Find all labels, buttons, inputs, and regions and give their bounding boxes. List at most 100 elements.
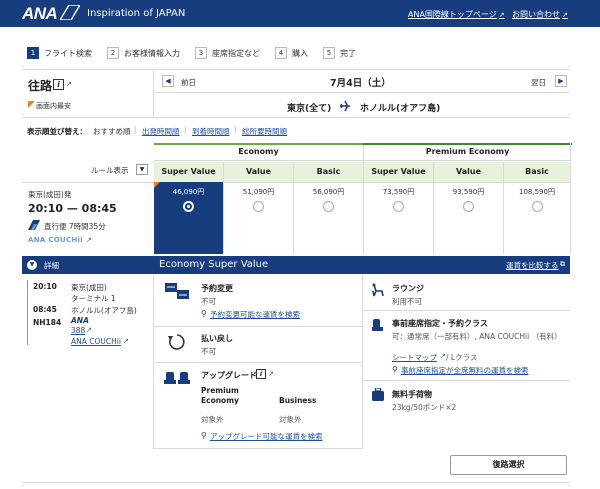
chevron-down-icon[interactable]: ▼ — [27, 260, 37, 270]
divider — [154, 362, 362, 363]
search-free-seat-fares-link[interactable]: 事前座席指定が全席無料の運賃を検索 — [401, 365, 529, 376]
fare-option-selected[interactable]: 46,090円 — [154, 182, 223, 254]
step-label: 購入 — [292, 48, 308, 58]
prev-day-button[interactable]: ◀ — [162, 75, 174, 87]
sort-separator: | — [134, 126, 137, 134]
step-complete: 5 完了 — [323, 47, 356, 59]
upgrade-seat-icon — [164, 372, 190, 384]
itinerary-dep-place: 東京(成田) — [71, 283, 107, 292]
external-link-icon: ↗ — [440, 352, 446, 360]
fare-detail-title: Economy Super Value — [159, 259, 269, 270]
chevron-down-icon[interactable]: ▼ — [136, 164, 148, 175]
fare-price: 93,590円 — [452, 188, 485, 196]
top-header: ANA Inspiration of JAPAN ANA国際線トップページ ↗ お… — [0, 0, 600, 27]
open-window-icon: ⧉ — [560, 260, 565, 268]
divider — [363, 310, 570, 311]
lowest-fare-badge: 画面内最安 — [36, 102, 71, 110]
baggage-value: 23kg/50ポンド×2 — [392, 403, 457, 412]
fare-col-premium-value: Value — [434, 162, 503, 182]
cabin-economy-header: Economy — [238, 147, 279, 156]
fare-radio[interactable] — [323, 201, 334, 212]
ana-logo[interactable]: ANA — [22, 4, 58, 24]
lowest-fare-flag-icon — [28, 101, 35, 108]
divider — [363, 145, 364, 254]
sort-label: 表示順並び替え： — [27, 127, 87, 136]
upgrade-title: アップグレード — [201, 371, 257, 380]
flight-origin: 東京(成田)発 — [28, 190, 72, 199]
change-title: 予約変更 — [201, 284, 233, 293]
step-purchase: 4 購入 — [275, 47, 308, 59]
compare-fares-link[interactable]: 運賃を比較する — [506, 260, 559, 271]
rule-display-label[interactable]: ルール表示 — [91, 165, 129, 176]
fare-radio[interactable] — [463, 201, 474, 212]
header-tagline: Inspiration of JAPAN — [87, 8, 186, 19]
fare-option[interactable]: 108,590円 — [504, 182, 570, 254]
seat-map-link[interactable]: シートマップ — [392, 352, 437, 363]
fare-col-premium-super-value: Super Value — [364, 162, 433, 182]
fare-radio-selected[interactable] — [183, 201, 194, 212]
upgrade-col-business: Business — [279, 396, 317, 405]
sort-arrival-link[interactable]: 到着時間順 — [192, 126, 230, 137]
itinerary-arr-place: ホノルル(オアフ島) — [71, 306, 137, 315]
fare-col-super-value: Super Value — [154, 162, 223, 182]
step-number: 2 — [107, 47, 119, 59]
fare-price: 73,590円 — [382, 188, 415, 196]
fare-radio[interactable] — [253, 201, 264, 212]
contact-link[interactable]: お問い合わせ ↗ — [512, 9, 568, 20]
flight-nonstop: 直行便 7時間35分 — [44, 222, 106, 231]
ana-intl-top-label: ANA国際線トップページ — [408, 10, 497, 19]
itinerary-line — [27, 280, 28, 345]
info-icon[interactable]: i — [53, 79, 64, 90]
sort-departure-link[interactable]: 出発時間順 — [142, 126, 180, 137]
fare-price: 51,090円 — [242, 188, 275, 196]
sort-current: おすすめ順 — [93, 127, 131, 136]
step-label: フライト検索 — [44, 48, 92, 58]
cabin-premium-economy-header: Premium Economy — [425, 147, 510, 156]
details-bar: ▼ 詳細 Economy Super Value 運賃を比較する ⧉ — [22, 256, 570, 274]
change-value: 不可 — [201, 297, 216, 306]
sort-duration-link[interactable]: 総所要時間順 — [242, 126, 287, 137]
info-icon[interactable]: i — [256, 369, 266, 379]
refund-icon — [168, 334, 185, 350]
fare-price: 108,590円 — [519, 188, 555, 196]
divider — [154, 448, 362, 449]
step-flight-search: 1 フライト検索 — [27, 47, 92, 59]
lounge-title: ラウンジ — [392, 284, 424, 293]
fare-option[interactable]: 73,590円 — [364, 182, 433, 254]
fare-price: 46,090円 — [172, 188, 205, 196]
upgrade-premium-value: 対象外 — [201, 415, 224, 424]
step-number: 4 — [275, 47, 287, 59]
prev-day-label[interactable]: 前日 — [181, 77, 196, 88]
itinerary-arr-time: 08:45 — [33, 305, 57, 314]
aircraft-link[interactable]: 388 — [71, 326, 85, 335]
select-return-button[interactable]: 復路選択 — [450, 455, 567, 475]
search-changeable-fares-link[interactable]: 予約変更可能な運賃を検索 — [210, 309, 300, 320]
fare-col-basic: Basic — [294, 162, 363, 182]
external-link-icon[interactable]: ↗ — [86, 236, 92, 244]
fare-option[interactable]: 93,590円 — [434, 182, 503, 254]
next-day-label[interactable]: 翌日 — [531, 77, 546, 88]
step-number: 3 — [195, 47, 207, 59]
fare-radio[interactable] — [531, 201, 543, 212]
booking-class: / Lクラス — [446, 353, 478, 362]
step-label: お客様情報入力 — [124, 48, 180, 58]
seat-brand-link[interactable]: ANA COUCHii — [71, 337, 121, 346]
divider — [22, 482, 570, 483]
step-number: 1 — [27, 47, 39, 59]
refund-title: 払い戻し — [201, 334, 233, 343]
fare-option[interactable]: 56,090円 — [294, 182, 363, 254]
divider — [293, 162, 294, 254]
search-upgradable-fares-link[interactable]: アップグレード可能な運賃を検索 — [210, 431, 323, 442]
next-day-button[interactable]: ▶ — [555, 75, 567, 87]
fare-radio[interactable] — [393, 201, 404, 212]
fare-option[interactable]: 51,090円 — [224, 182, 293, 254]
external-link-icon: ↗ — [123, 337, 129, 345]
contact-label: お問い合わせ — [512, 10, 560, 19]
external-link-icon: ↗ — [66, 80, 72, 88]
details-toggle-label[interactable]: 詳細 — [44, 260, 59, 271]
itinerary-dep-terminal: ターミナル 1 — [71, 294, 116, 303]
fare-col-premium-basic: Basic — [504, 162, 570, 182]
ana-intl-top-link[interactable]: ANA国際線トップページ ↗ — [408, 9, 505, 20]
divider — [22, 69, 570, 70]
current-date: 7月4日（土） — [330, 78, 391, 89]
